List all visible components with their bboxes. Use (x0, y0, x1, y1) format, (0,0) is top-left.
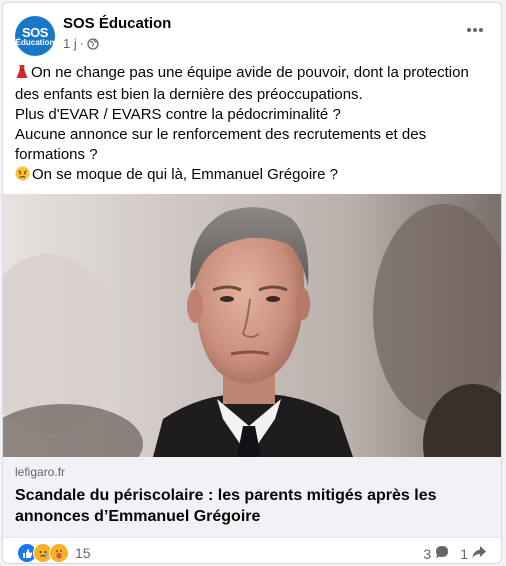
post-message: On ne change pas une équipe avide de pou… (15, 63, 491, 187)
link-preview[interactable]: lefigaro.fr Scandale du périscolaire : l… (3, 457, 501, 538)
more-options-icon[interactable] (463, 19, 487, 39)
engagement-stats: 3 1 (423, 544, 487, 563)
link-headline[interactable]: Scandale du périscolaire : les parents m… (15, 485, 485, 527)
comment-count: 3 (423, 545, 432, 562)
post-meta: 1 j · (63, 36, 99, 51)
care-icon (49, 543, 69, 563)
post-footer: 15 3 1 (3, 539, 501, 563)
post-line-4: Aucune annonce sur le renforcement des r… (15, 126, 427, 143)
comment-stat[interactable]: 3 (423, 544, 450, 563)
post-line-6: On se moque de qui là, Emmanuel Grégoire… (15, 165, 491, 187)
page-avatar[interactable]: SOS Éducation (15, 16, 55, 56)
red-dress-icon (15, 64, 29, 85)
page-name[interactable]: SOS Éducation (63, 15, 171, 32)
post-line-3: Plus d'EVAR / EVARS contre la pédocrimin… (15, 106, 341, 123)
post-line-2: des enfants est bien la dernière des pré… (15, 86, 363, 103)
post-line-5: formations ? (15, 146, 98, 163)
post-card: SOS Éducation SOS Éducation 1 j · On ne … (2, 2, 502, 564)
post-line-1: On ne change pas une équipe avide de pou… (15, 63, 491, 85)
reaction-count: 15 (75, 545, 91, 561)
globe-icon (87, 37, 99, 50)
reactions-summary[interactable]: 15 (17, 543, 91, 563)
share-stat[interactable]: 1 (460, 544, 487, 563)
link-domain: lefigaro.fr (15, 465, 66, 479)
post-photo[interactable] (3, 194, 501, 457)
post-header: SOS Éducation SOS Éducation 1 j · (3, 3, 501, 57)
share-icon (471, 544, 487, 563)
post-line-1-text: On ne change pas une équipe avide de pou… (31, 64, 469, 81)
avatar-text-1: SOS (22, 24, 48, 40)
post-time[interactable]: 1 j (63, 36, 77, 51)
post-line-6-text: On se moque de qui là, Emmanuel Grégoire… (32, 166, 338, 183)
share-count: 1 (460, 545, 468, 562)
angry-face-icon (15, 166, 30, 187)
meta-separator: · (79, 36, 85, 51)
avatar-text-2: Éducation (15, 37, 55, 47)
comment-icon (434, 544, 450, 563)
